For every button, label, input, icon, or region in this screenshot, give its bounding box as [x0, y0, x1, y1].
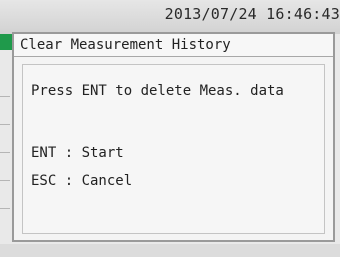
background-row-divider	[0, 124, 10, 125]
dialog-title: Clear Measurement History	[20, 37, 231, 53]
dialog-message: Press ENT to delete Meas. data	[31, 83, 284, 99]
clear-history-dialog: Clear Measurement History Press ENT to d…	[12, 32, 335, 242]
dialog-body: Press ENT to delete Meas. data ENT : Sta…	[22, 64, 325, 234]
device-screen: 2013/07/24 16:46:43 Clear Measurement Hi…	[0, 0, 340, 257]
channel-marker	[0, 34, 12, 50]
bottom-strip	[0, 244, 340, 257]
dialog-title-bar: Clear Measurement History	[14, 34, 333, 57]
start-option[interactable]: ENT : Start	[31, 145, 124, 161]
cancel-option[interactable]: ESC : Cancel	[31, 173, 132, 189]
background-row-divider	[0, 180, 10, 181]
status-bar: 2013/07/24 16:46:43	[0, 0, 340, 34]
timestamp: 2013/07/24 16:46:43	[164, 5, 340, 23]
background-row-divider	[0, 96, 10, 97]
background-row-divider	[0, 152, 10, 153]
background-row-divider	[0, 208, 10, 209]
